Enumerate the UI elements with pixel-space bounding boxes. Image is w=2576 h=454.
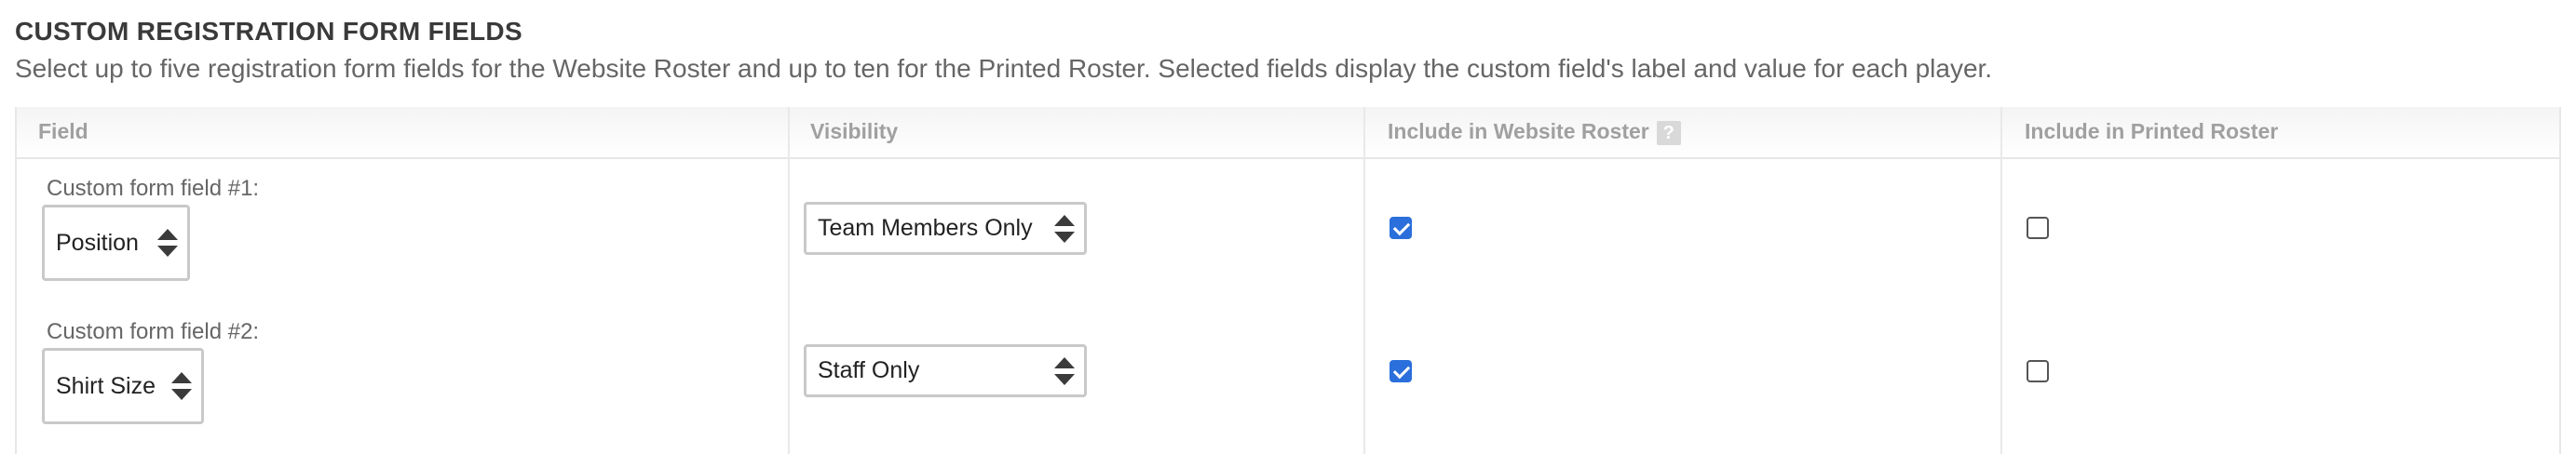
custom-field-2-value: Shirt Size [56, 372, 156, 399]
include-printed-checkbox-2[interactable] [2027, 360, 2049, 382]
select-arrows-icon [171, 372, 192, 400]
include-website-checkbox-2[interactable] [1390, 360, 1412, 382]
header-visibility: Visibility [810, 119, 899, 143]
header-include-printed-roster: Include in Printed Roster [2025, 119, 2279, 143]
section-description: Select up to five registration form fiel… [15, 54, 1993, 83]
custom-registration-form-fields-section: CUSTOM REGISTRATION FORM FIELDS Select u… [0, 0, 2576, 454]
visibility-2-select[interactable]: Staff Only [804, 344, 1087, 397]
select-arrows-icon [157, 229, 178, 257]
header-include-website-roster: Include in Website Roster? [1388, 119, 1681, 145]
custom-field-1-select[interactable]: Position [42, 205, 190, 281]
select-arrows-icon [1054, 214, 1075, 243]
visibility-1-select[interactable]: Team Members Only [804, 202, 1087, 255]
column-divider [1363, 107, 1365, 454]
column-divider [788, 107, 790, 454]
section-title: CUSTOM REGISTRATION FORM FIELDS [15, 17, 522, 46]
header-include-website-label: Include in Website Roster [1388, 119, 1649, 143]
visibility-1-value: Team Members Only [818, 215, 1033, 241]
custom-field-1-value: Position [56, 229, 139, 256]
visibility-2-value: Staff Only [818, 357, 920, 383]
select-arrows-icon [1054, 356, 1075, 385]
include-printed-checkbox-1[interactable] [2027, 217, 2049, 239]
help-icon[interactable]: ? [1656, 120, 1681, 145]
custom-field-2-select[interactable]: Shirt Size [42, 348, 204, 424]
custom-fields-table: Field Visibility Include in Website Rost… [15, 107, 2561, 454]
column-divider [2000, 107, 2002, 454]
header-field: Field [38, 119, 88, 143]
custom-field-1-label: Custom form field #1: [47, 176, 260, 201]
include-website-checkbox-1[interactable] [1390, 217, 1412, 239]
custom-field-2-label: Custom form field #2: [47, 319, 260, 344]
